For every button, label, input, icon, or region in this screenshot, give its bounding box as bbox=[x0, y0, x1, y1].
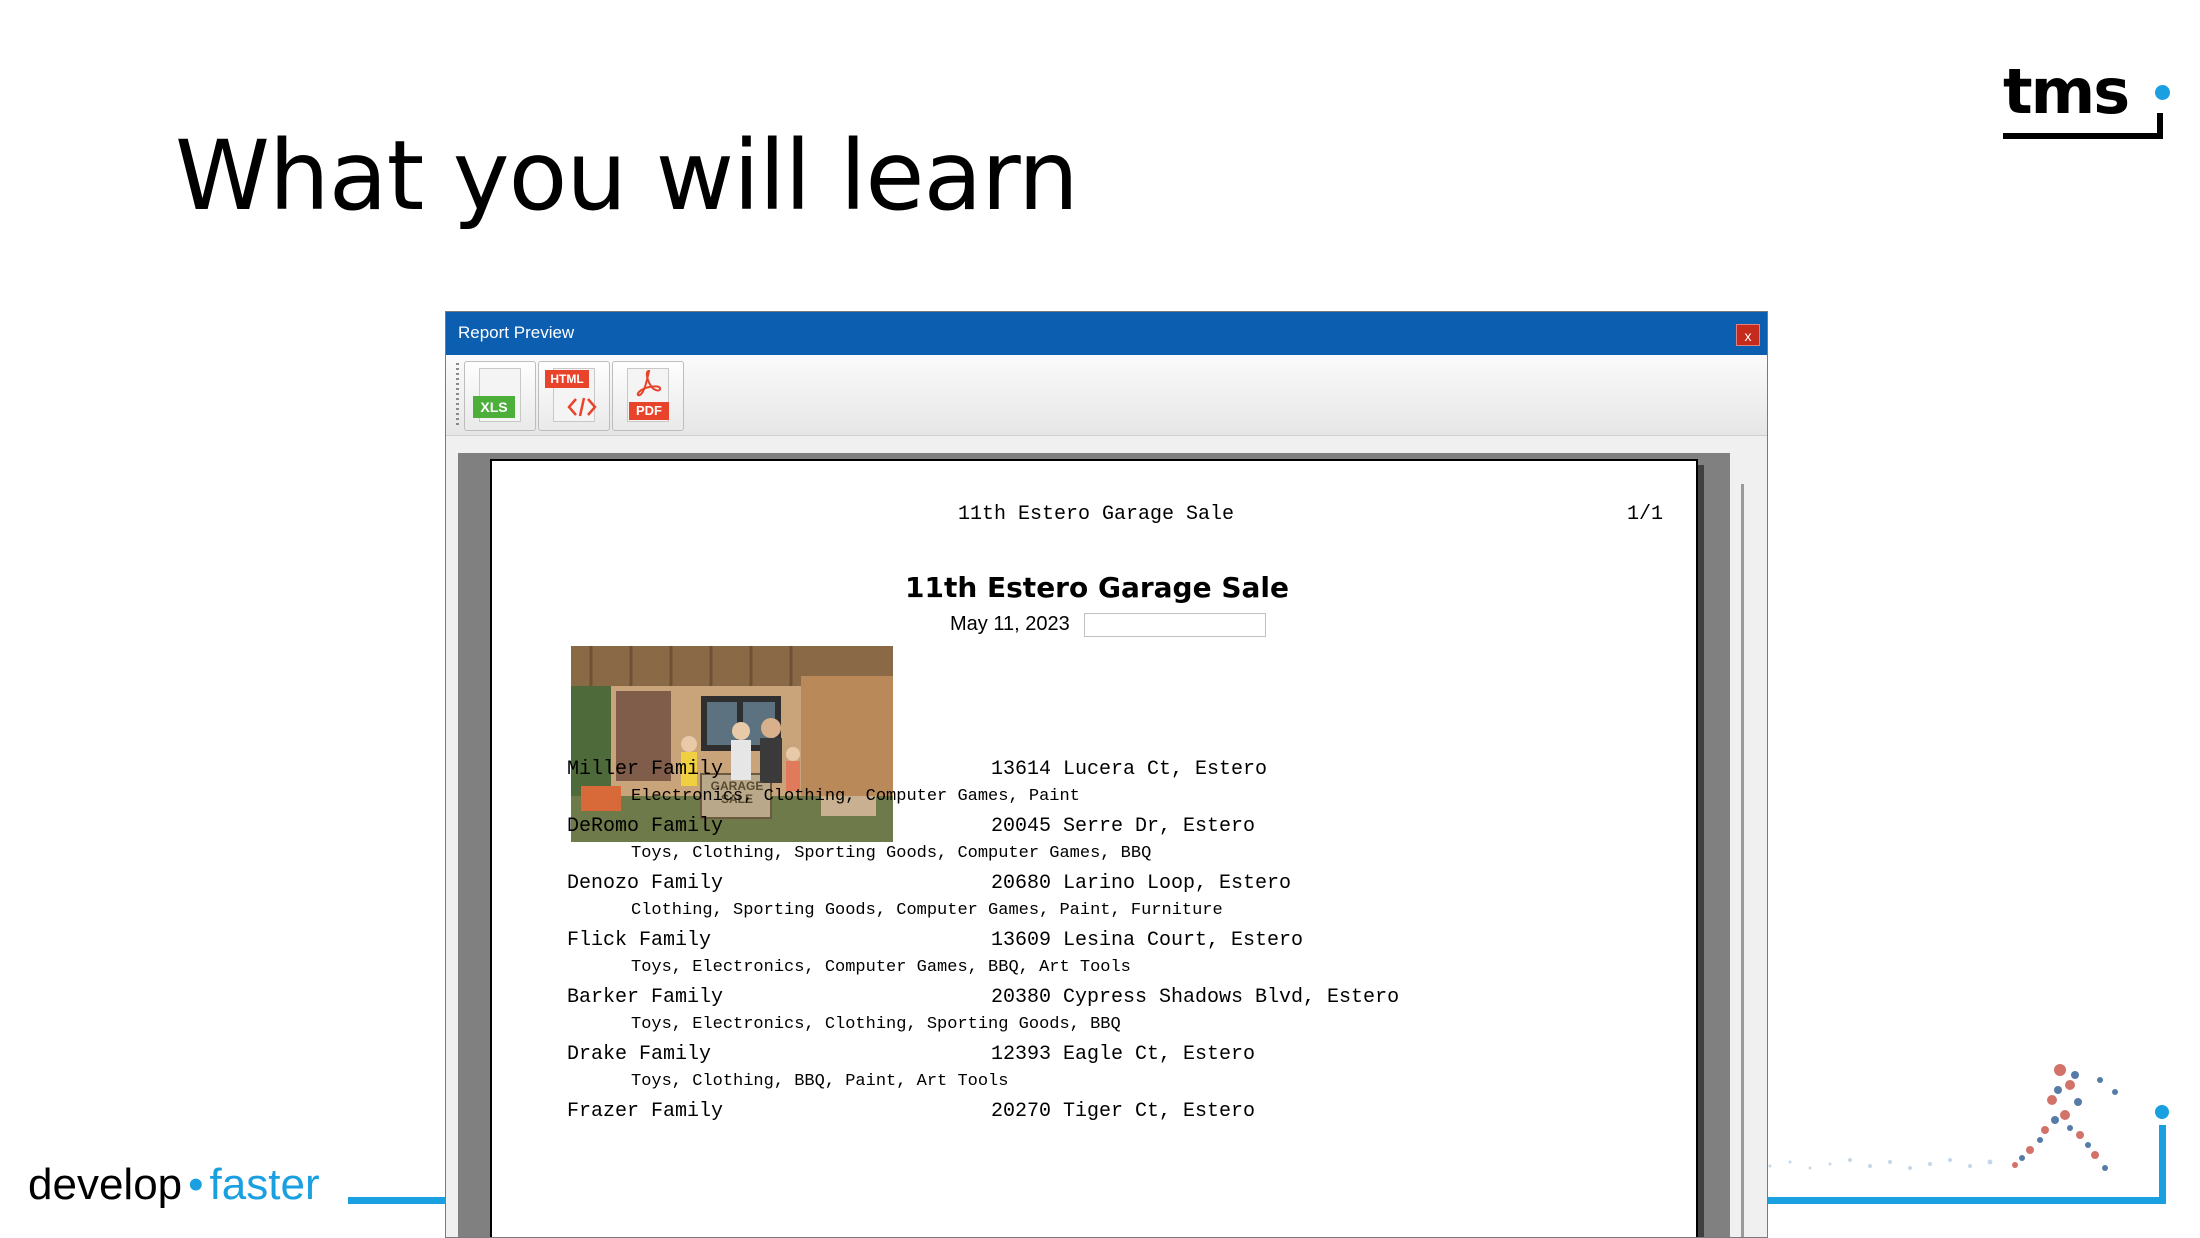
logo-underline bbox=[2003, 133, 2163, 139]
export-html-button[interactable]: HTML bbox=[538, 361, 610, 431]
entry-family: Frazer Family bbox=[567, 1100, 724, 1123]
footer-line-left bbox=[348, 1197, 446, 1204]
report-title: 11th Estero Garage Sale bbox=[904, 571, 1289, 604]
window-titlebar[interactable]: Report Preview x bbox=[446, 312, 1767, 355]
footer-line-vertical bbox=[2159, 1125, 2166, 1204]
close-button[interactable]: x bbox=[1736, 324, 1760, 346]
entry-address: 20680 Larino Loop, Estero bbox=[991, 872, 1292, 895]
entry-items: Clothing, Sporting Goods, Computer Games… bbox=[631, 901, 1223, 920]
entry-items: Toys, Electronics, Computer Games, BBQ, … bbox=[631, 958, 1131, 977]
pdf-label: PDF bbox=[629, 402, 669, 420]
vertical-scrollbar[interactable] bbox=[1741, 484, 1744, 1237]
entry-family: Miller Family bbox=[567, 758, 724, 781]
xls-label: XLS bbox=[473, 396, 515, 418]
entry-family: Barker Family bbox=[567, 986, 724, 1009]
brand-dot: • bbox=[188, 1160, 204, 1209]
date-field bbox=[1084, 613, 1266, 637]
entry-items: Toys, Clothing, Sporting Goods, Computer… bbox=[631, 844, 1152, 863]
export-pdf-button[interactable]: PDF bbox=[612, 361, 684, 431]
report-page: 11th Estero Garage Sale 1/1 11th Estero … bbox=[490, 459, 1698, 1237]
footer-brand: develop • faster bbox=[28, 1160, 320, 1210]
page-indicator: 1/1 bbox=[1627, 503, 1664, 526]
acrobat-icon bbox=[636, 369, 662, 397]
page-header-title: 11th Estero Garage Sale bbox=[958, 503, 1235, 526]
entry-family: DeRomo Family bbox=[567, 815, 724, 838]
entry-items: Toys, Electronics, Clothing, Sporting Go… bbox=[631, 1015, 1121, 1034]
logo-hook bbox=[2157, 113, 2163, 139]
tms-logo: tms bbox=[1995, 55, 2175, 145]
html-label: HTML bbox=[545, 370, 589, 388]
report-date: May 11, 2023 bbox=[950, 613, 1070, 635]
code-icon bbox=[567, 397, 597, 417]
toolbar-grip[interactable] bbox=[456, 363, 459, 425]
entry-address: 13609 Lesina Court, Estero bbox=[991, 929, 1304, 952]
preview-area[interactable]: 11th Estero Garage Sale 1/1 11th Estero … bbox=[458, 453, 1730, 1237]
garage-sale-photo: GARAGE SALE bbox=[571, 646, 893, 842]
entry-address: 20270 Tiger Ct, Estero bbox=[991, 1100, 1256, 1123]
entry-address: 20045 Serre Dr, Estero bbox=[991, 815, 1256, 838]
slide-title: What you will learn bbox=[175, 120, 1079, 232]
brand-faster: faster bbox=[209, 1160, 320, 1209]
window-title: Report Preview bbox=[458, 323, 575, 342]
export-xls-button[interactable]: XLS bbox=[464, 361, 536, 431]
entry-items: Electronics, Clothing, Computer Games, P… bbox=[631, 787, 1080, 806]
entry-items: Toys, Clothing, BBQ, Paint, Art Tools bbox=[631, 1072, 1009, 1091]
brand-develop: develop bbox=[28, 1160, 183, 1209]
logo-dot bbox=[2155, 85, 2170, 100]
entry-address: 12393 Eagle Ct, Estero bbox=[991, 1043, 1256, 1066]
entry-family: Denozo Family bbox=[567, 872, 724, 895]
runner-graphic bbox=[1768, 1064, 2118, 1171]
entry-address: 13614 Lucera Ct, Estero bbox=[991, 758, 1268, 781]
entry-family: Flick Family bbox=[567, 929, 712, 952]
entry-family: Drake Family bbox=[567, 1043, 712, 1066]
entry-address: 20380 Cypress Shadows Blvd, Estero bbox=[991, 986, 1400, 1009]
logo-text: tms bbox=[2003, 55, 2130, 128]
report-preview-window: Report Preview x XLS HTML PDF 11th Ester… bbox=[445, 311, 1768, 1238]
toolbar: XLS HTML PDF bbox=[446, 355, 1767, 436]
